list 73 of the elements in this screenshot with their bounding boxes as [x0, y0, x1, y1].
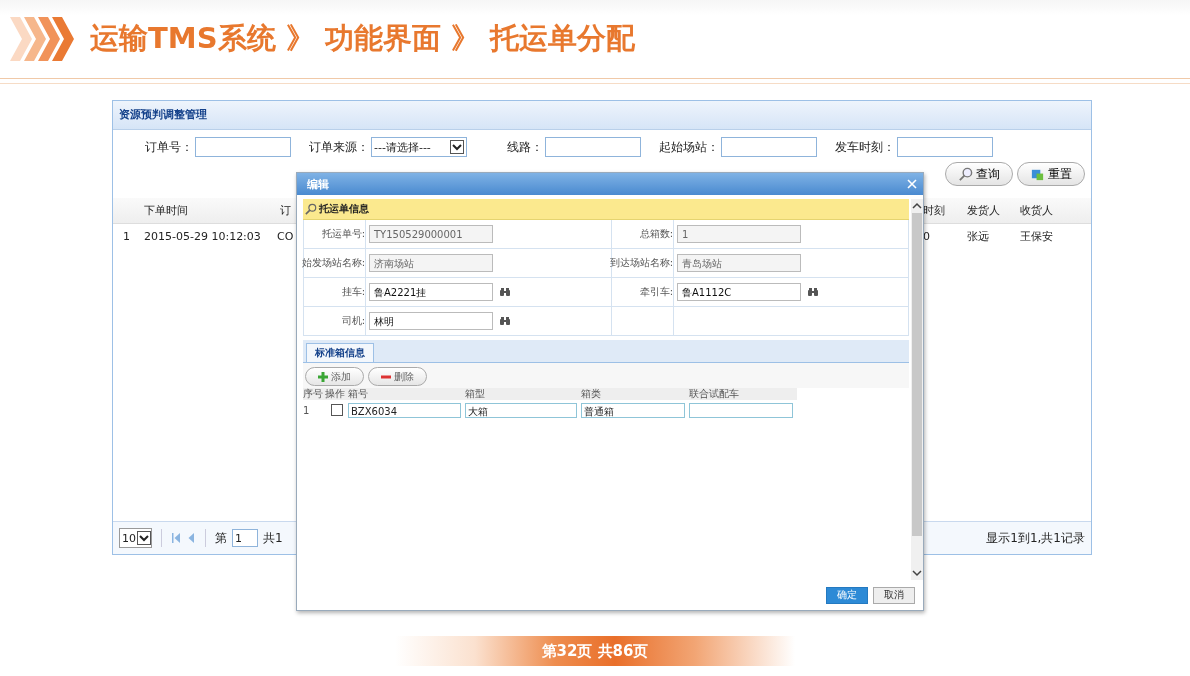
dialog-title: 编辑: [307, 176, 329, 192]
page-prefix: 第: [215, 529, 227, 547]
delete-button[interactable]: 删除: [368, 367, 427, 386]
form-label: 牵引车:: [612, 278, 674, 306]
previous-page-icon[interactable]: [186, 532, 196, 544]
add-button[interactable]: 添加: [305, 367, 364, 386]
column-header: 收货人: [1019, 203, 1054, 218]
form-label: 总箱数:: [612, 220, 674, 248]
filter-label: 线路：: [507, 138, 543, 156]
column-header: 下单时间: [143, 203, 189, 218]
row-number: 1: [122, 230, 131, 243]
confirm-button[interactable]: 确定: [826, 586, 868, 604]
search-button[interactable]: 查询: [945, 162, 1013, 186]
column-header: 操作: [325, 388, 346, 400]
column-header: 箱型: [465, 388, 486, 400]
column-header: 订: [279, 203, 292, 218]
plus-icon: [318, 371, 328, 382]
column-header: 时刻: [922, 203, 946, 218]
column-header: 发货人: [966, 203, 1001, 218]
page-total: 共1: [263, 529, 283, 547]
form-label: 挂车:: [304, 278, 366, 306]
source-dropdown[interactable]: ---请选择---: [371, 137, 467, 157]
table-cell-text: 王保安: [1019, 229, 1054, 244]
form-label: 司机:: [304, 307, 366, 335]
tab[interactable]: 标准箱信息: [306, 343, 374, 362]
reset-button[interactable]: 重置: [1017, 162, 1085, 186]
filter-field[interactable]: [897, 137, 993, 157]
filter-label: 起始场站：: [659, 138, 719, 156]
filter-label: 发车时刻：: [835, 138, 895, 156]
cell-field[interactable]: [689, 402, 793, 418]
page-field[interactable]: 1: [232, 529, 258, 547]
cell-field[interactable]: 普通箱: [581, 402, 685, 418]
panel-title: 资源预判调整管理: [113, 101, 1091, 130]
section-title: 托运单信息: [319, 202, 369, 216]
form-field[interactable]: 林明: [369, 312, 493, 330]
filter-field[interactable]: [545, 137, 641, 157]
table-cell-text: 张远: [966, 229, 990, 244]
slide-title: 运输TMS系统 》 功能界面 》 托运单分配: [90, 20, 635, 57]
page-label: 第32页 共86页: [541, 641, 649, 661]
scroll-down-icon[interactable]: [912, 569, 922, 577]
binoculars-icon[interactable]: [807, 287, 819, 297]
filter-label: 订单来源：: [309, 138, 369, 156]
form-label: 始发场站名称:: [304, 249, 366, 277]
form-label: 到达场站名称:: [612, 249, 674, 277]
filter-field[interactable]: [195, 137, 291, 157]
table-cell-text: 2015-05-29 10:12:03: [143, 230, 262, 243]
form-field[interactable]: 鲁A2221挂: [369, 283, 493, 301]
cell-field[interactable]: BZX6034: [348, 402, 461, 418]
scroll-up-icon[interactable]: [912, 202, 922, 210]
form-field[interactable]: 鲁A1112C: [677, 283, 801, 301]
record-summary: 显示1到1,共1记录: [986, 529, 1085, 547]
binoculars-icon[interactable]: [499, 287, 511, 297]
column-header: 序号: [303, 388, 324, 400]
close-icon[interactable]: [907, 179, 917, 189]
binoculars-icon[interactable]: [499, 316, 511, 326]
cancel-button[interactable]: 取消: [873, 586, 915, 604]
column-header: 联合试配车: [689, 388, 740, 400]
column-header: 箱号: [348, 388, 369, 400]
column-header: 箱类: [581, 388, 602, 400]
form-label: 托运单号:: [304, 220, 366, 248]
search-icon: [305, 203, 317, 215]
chevrons-icon: [10, 17, 76, 61]
row-number: 1: [303, 404, 311, 416]
filter-label: 订单号：: [145, 138, 193, 156]
filter-field[interactable]: [721, 137, 817, 157]
cell-field[interactable]: 大箱: [465, 402, 577, 418]
scrollbar[interactable]: [911, 199, 923, 580]
table-cell: CO: [277, 230, 294, 243]
page-size-dropdown[interactable]: 10: [119, 528, 152, 548]
row-checkbox[interactable]: [331, 404, 343, 416]
table-cell-text: 0: [922, 230, 931, 243]
first-page-icon[interactable]: [171, 532, 181, 544]
search-icon: [958, 166, 973, 182]
